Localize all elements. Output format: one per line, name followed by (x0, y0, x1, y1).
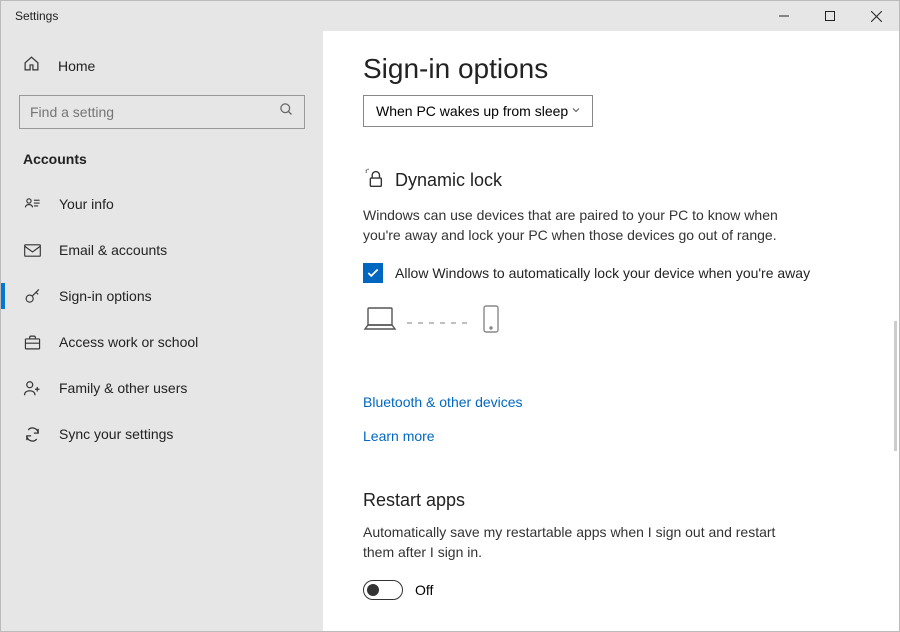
sidebar-item-label: Email & accounts (59, 242, 167, 258)
close-icon (871, 11, 882, 22)
maximize-button[interactable] (807, 1, 853, 31)
learn-more-link[interactable]: Learn more (363, 428, 435, 444)
home-nav[interactable]: Home (1, 49, 323, 95)
toggle-knob (367, 584, 379, 596)
sidebar-item-sync-settings[interactable]: Sync your settings (1, 411, 323, 457)
sidebar-item-your-info[interactable]: Your info (1, 181, 323, 227)
laptop-icon (363, 306, 397, 337)
mail-icon (23, 244, 41, 257)
dynamic-lock-description: Windows can use devices that are paired … (363, 206, 793, 245)
restart-apps-heading: Restart apps (363, 490, 859, 511)
person-card-icon (23, 196, 41, 213)
key-icon (23, 288, 41, 305)
restart-apps-toggle-row: Off (363, 580, 859, 600)
sidebar-item-label: Sync your settings (59, 426, 173, 442)
sidebar-category: Accounts (1, 147, 323, 181)
toggle-label: Off (415, 582, 433, 598)
checkbox-label: Allow Windows to automatically lock your… (395, 265, 810, 281)
dynamic-lock-checkbox[interactable] (363, 263, 383, 283)
sidebar-item-label: Sign-in options (59, 288, 152, 304)
bluetooth-devices-link[interactable]: Bluetooth & other devices (363, 394, 523, 410)
section-heading-text: Restart apps (363, 490, 465, 511)
chevron-down-icon (570, 103, 582, 119)
sidebar: Home Accounts Your info (1, 31, 323, 631)
dynamic-lock-heading: Dynamic lock (363, 167, 859, 194)
sidebar-item-label: Family & other users (59, 380, 187, 396)
dynamic-lock-icon (363, 167, 385, 194)
sidebar-item-access-work-school[interactable]: Access work or school (1, 319, 323, 365)
connection-dashes-icon (407, 313, 473, 331)
search-icon (279, 102, 294, 122)
sidebar-item-family-users[interactable]: Family & other users (1, 365, 323, 411)
briefcase-icon (23, 335, 41, 350)
minimize-button[interactable] (761, 1, 807, 31)
device-pairing-graphic (363, 305, 859, 338)
people-icon (23, 380, 41, 397)
page-title: Sign-in options (363, 53, 859, 85)
search-input[interactable] (30, 104, 279, 120)
require-signin-dropdown[interactable]: When PC wakes up from sleep (363, 95, 593, 127)
minimize-icon (779, 11, 789, 21)
sidebar-item-label: Your info (59, 196, 114, 212)
sync-icon (23, 426, 41, 443)
home-icon (23, 55, 40, 77)
sidebar-item-email-accounts[interactable]: Email & accounts (1, 227, 323, 273)
search-box[interactable] (19, 95, 305, 129)
dropdown-value: When PC wakes up from sleep (376, 103, 568, 119)
home-label: Home (58, 58, 95, 74)
restart-apps-toggle[interactable] (363, 580, 403, 600)
scrollbar[interactable] (894, 321, 897, 451)
sidebar-nav: Your info Email & accounts Sign-in optio… (1, 181, 323, 457)
check-icon (366, 266, 380, 280)
titlebar: Settings (1, 1, 899, 31)
maximize-icon (825, 11, 835, 21)
window-body: Home Accounts Your info (1, 31, 899, 631)
sidebar-item-sign-in-options[interactable]: Sign-in options (1, 273, 323, 319)
main-content: Sign-in options When PC wakes up from sl… (323, 31, 899, 631)
settings-window: Settings Home (0, 0, 900, 632)
search-wrap (1, 95, 323, 147)
sidebar-item-label: Access work or school (59, 334, 198, 350)
window-controls (761, 1, 899, 31)
close-button[interactable] (853, 1, 899, 31)
restart-apps-description: Automatically save my restartable apps w… (363, 523, 793, 562)
phone-icon (483, 305, 499, 338)
dynamic-lock-checkbox-row: Allow Windows to automatically lock your… (363, 263, 859, 283)
section-heading-text: Dynamic lock (395, 170, 502, 191)
window-title: Settings (1, 9, 58, 23)
